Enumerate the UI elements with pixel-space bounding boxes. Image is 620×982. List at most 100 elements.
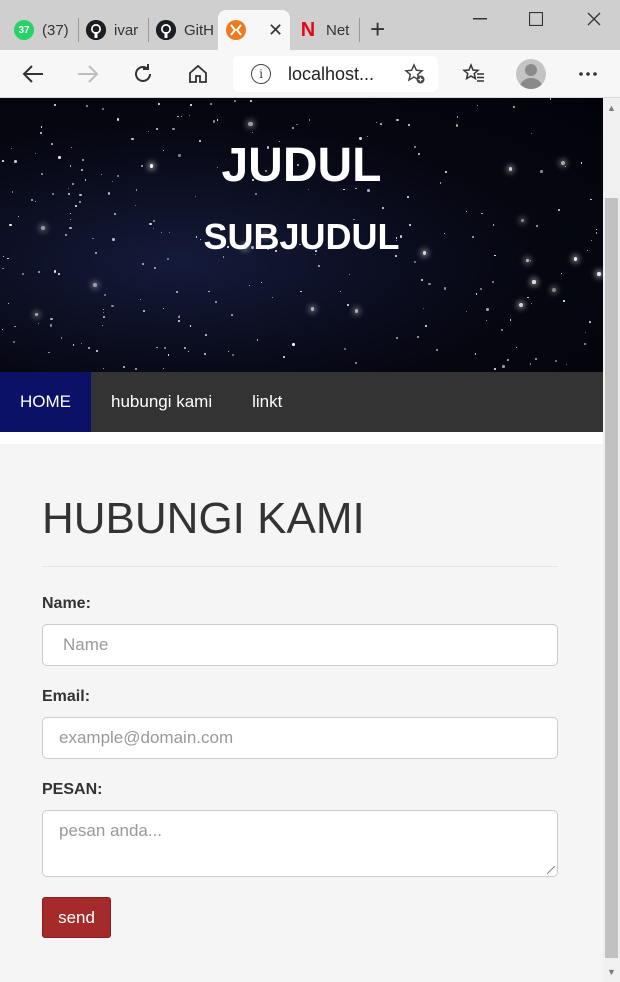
page-subtitle: SUBJUDUL (203, 216, 400, 257)
star (465, 210, 467, 212)
star (139, 298, 142, 301)
name-input[interactable]: Name (42, 624, 558, 666)
new-tab-button[interactable]: + (370, 16, 385, 42)
star (551, 288, 556, 293)
send-button[interactable]: send (42, 897, 111, 938)
star (250, 100, 252, 103)
star (147, 131, 149, 133)
star (466, 310, 468, 313)
star (349, 273, 351, 276)
address-bar[interactable]: i localhost... (233, 56, 438, 92)
star (530, 363, 532, 365)
tab-github-1[interactable]: ivar (86, 10, 144, 50)
star (248, 284, 250, 286)
star (530, 302, 533, 305)
star (163, 308, 165, 310)
star (114, 212, 117, 216)
star (300, 290, 302, 293)
star (178, 319, 180, 322)
scroll-thumb[interactable] (605, 198, 618, 958)
star (518, 302, 524, 308)
minimize-icon[interactable] (460, 6, 500, 32)
star (92, 283, 97, 288)
star (2, 267, 4, 270)
star (37, 270, 40, 273)
star (566, 363, 568, 365)
tab-whatsapp[interactable]: 37 (37) (14, 10, 74, 50)
star (584, 332, 586, 334)
star (72, 344, 75, 346)
star (416, 335, 419, 339)
star (12, 340, 15, 343)
close-tab-icon[interactable]: ✕ (268, 20, 283, 41)
star (78, 201, 81, 203)
star (425, 325, 428, 328)
page-viewport: JUDUL SUBJUDUL HOME hubungi kami linkt H… (0, 98, 603, 982)
star (354, 362, 357, 365)
star (526, 258, 530, 263)
star (292, 343, 295, 346)
star (57, 272, 61, 275)
star (485, 319, 488, 322)
tab-github-2[interactable]: GitH (156, 10, 214, 50)
star (162, 368, 164, 370)
star (382, 206, 385, 209)
star (101, 324, 103, 326)
star (479, 287, 483, 290)
star (189, 325, 192, 327)
star (481, 212, 484, 215)
star (589, 321, 591, 323)
nav-item-home[interactable]: HOME (0, 372, 91, 432)
back-icon[interactable] (17, 58, 49, 90)
maximize-icon[interactable] (516, 6, 556, 32)
site-info-icon[interactable]: i (251, 64, 271, 84)
star (531, 133, 533, 135)
star (506, 359, 509, 362)
scroll-up-icon[interactable]: ▲ (603, 100, 620, 116)
page-scrollbar[interactable]: ▲ ▼ (603, 98, 620, 982)
star (376, 121, 378, 123)
forward-icon[interactable] (72, 58, 104, 90)
scroll-down-icon[interactable]: ▼ (603, 964, 620, 980)
message-textarea[interactable]: pesan anda... (42, 810, 558, 877)
tab-label: (37) (42, 21, 69, 39)
tab-xampp-active[interactable]: ✕ (218, 10, 290, 50)
tab-strip: 37 (37) ivar GitH ✕ N Net + (0, 0, 620, 50)
star (142, 263, 145, 265)
star (515, 347, 517, 349)
refresh-icon[interactable] (127, 58, 159, 90)
profile-avatar[interactable] (516, 59, 546, 89)
close-window-icon[interactable] (574, 6, 614, 32)
star (596, 272, 601, 276)
star (178, 316, 181, 319)
star (549, 98, 552, 100)
message-placeholder: pesan anda... (59, 821, 163, 840)
star (255, 193, 258, 196)
star (79, 193, 82, 197)
star (50, 324, 53, 327)
star (420, 278, 423, 281)
star (184, 346, 187, 349)
star (396, 337, 399, 340)
nav-item-hubungi-kami[interactable]: hubungi kami (91, 372, 232, 432)
tab-label: GitH (184, 21, 214, 39)
add-favorite-icon[interactable] (404, 63, 426, 91)
nav-item-linkt[interactable]: linkt (232, 372, 302, 432)
netflix-icon: N (300, 18, 316, 41)
divider (42, 566, 558, 567)
star (208, 290, 210, 293)
resize-grip-icon[interactable] (547, 866, 555, 874)
star (396, 118, 399, 122)
home-icon[interactable] (182, 58, 214, 90)
star (38, 322, 40, 324)
favorites-icon[interactable] (458, 58, 490, 90)
star (50, 318, 53, 321)
star (61, 337, 63, 339)
star (527, 296, 529, 299)
star (339, 291, 341, 293)
star (251, 131, 254, 134)
star (422, 307, 425, 310)
tab-netflix[interactable]: N Net (298, 10, 356, 50)
email-input[interactable]: example@domain.com (42, 717, 558, 759)
more-options-icon[interactable] (572, 58, 604, 90)
